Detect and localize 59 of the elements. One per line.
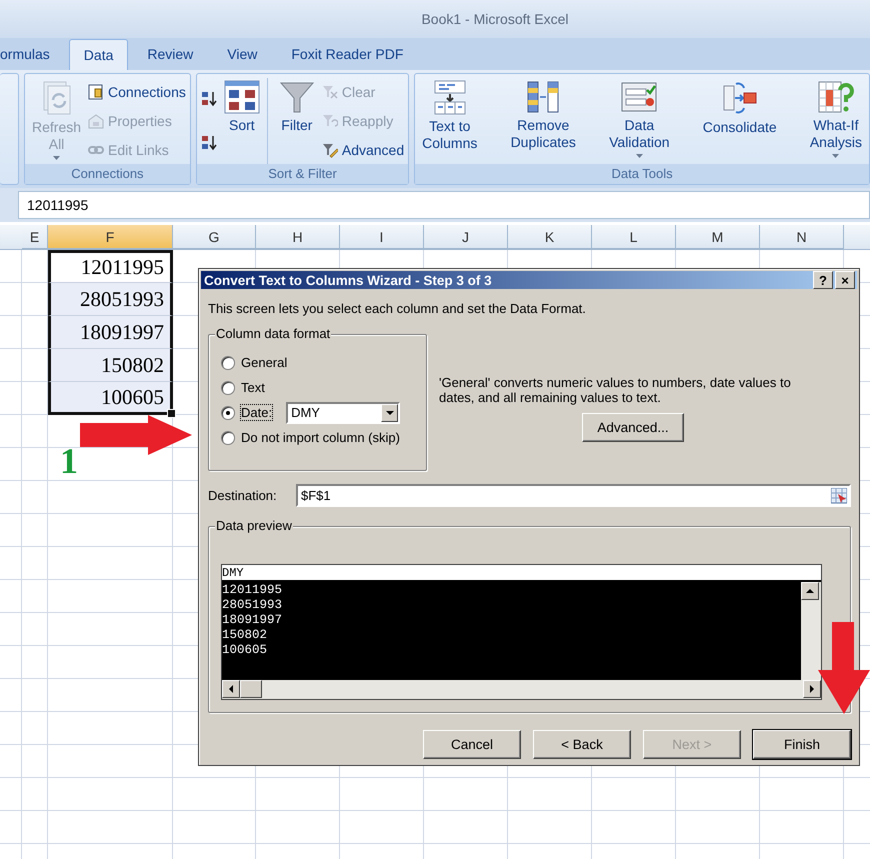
advanced-button[interactable]: Advanced... <box>582 413 684 442</box>
dialog-title: Convert Text to Columns Wizard - Step 3 of 3 <box>204 272 492 288</box>
ribbon-tab[interactable]: Review <box>132 38 208 70</box>
column-header[interactable]: M <box>676 225 760 249</box>
radio-label[interactable]: Text <box>241 380 265 395</box>
format-description: 'General' converts numeric values to numbers, date values to dates, and all remaining values to text. <box>439 375 792 405</box>
ribbon-button[interactable]: Advanced <box>322 136 404 164</box>
window-title: Book1 - Microsoft Excel <box>421 11 569 27</box>
formula-field[interactable]: 12011995 <box>18 191 870 219</box>
table-cell[interactable]: 28051993 <box>48 283 173 316</box>
ribbon-button[interactable]: Text to Columns <box>419 78 480 154</box>
column-header[interactable]: F <box>48 225 173 249</box>
column-header[interactable]: H <box>256 225 340 249</box>
ribbon-tab[interactable]: ormulas <box>0 38 65 70</box>
column-header[interactable]: E <box>22 225 48 249</box>
column-header[interactable]: G <box>173 225 256 249</box>
radio-label[interactable]: General <box>241 355 288 370</box>
ribbon-button[interactable]: Filter <box>276 78 318 136</box>
preview-row-text: 150802 <box>222 628 268 642</box>
dialog-button[interactable]: Finish <box>753 730 851 759</box>
dialog-button[interactable]: < Back <box>533 730 631 759</box>
column-header[interactable]: K <box>508 225 592 249</box>
group-legend: Column data format <box>215 326 332 341</box>
dialog-button[interactable]: Cancel <box>423 730 521 759</box>
preview-header: DMY <box>222 565 821 582</box>
ribbon-button[interactable]: What-If Analysis <box>806 78 865 160</box>
column-header[interactable]: I <box>340 225 424 249</box>
group-label: Data Tools <box>415 164 869 184</box>
column-header[interactable]: L <box>592 225 676 249</box>
ribbon-button[interactable]: Data Validation <box>606 78 673 160</box>
step-number: 1 <box>60 440 78 482</box>
column-header[interactable]: N <box>760 225 844 249</box>
group-label: Connections <box>25 164 190 184</box>
ribbon-tab[interactable]: Data <box>68 39 128 70</box>
destination-label: Destination: <box>208 488 278 503</box>
ribbon-tab[interactable]: View <box>212 38 272 70</box>
ribbon-button[interactable]: Sort <box>220 78 263 136</box>
column-header[interactable]: J <box>424 225 508 249</box>
group-label: Sort & Filter <box>196 164 408 184</box>
preview-row-text: 12011995 <box>222 583 284 597</box>
group-legend: Data preview <box>215 518 293 533</box>
ribbon-tab[interactable]: Foxit Reader PDF <box>276 38 418 70</box>
table-cell[interactable]: 12011995 <box>48 250 173 283</box>
ribbon-button[interactable]: Connections <box>88 78 186 106</box>
instruction-text: This screen lets you select each column and set the Data Format. <box>208 301 587 316</box>
radio-label[interactable]: Do not import column (skip) <box>241 430 400 445</box>
ribbon-button[interactable]: Consolidate <box>700 78 780 138</box>
table-cell[interactable]: 18091997 <box>48 316 173 349</box>
table-cell[interactable]: 150802 <box>48 349 173 382</box>
destination-field[interactable]: $F$1 <box>296 484 851 507</box>
ribbon-button[interactable]: Remove Duplicates <box>508 78 579 153</box>
radio-label[interactable]: Date: <box>241 405 272 420</box>
table-cell[interactable]: 100605 <box>48 382 173 415</box>
preview-row-text: 100605 <box>222 643 268 657</box>
preview-row-text: 28051993 <box>222 598 284 612</box>
help-button[interactable]: ? <box>813 271 833 289</box>
date-format-dropdown[interactable]: DMY <box>286 402 400 424</box>
close-button[interactable]: × <box>835 271 855 289</box>
preview-row-text: 18091997 <box>222 613 284 627</box>
